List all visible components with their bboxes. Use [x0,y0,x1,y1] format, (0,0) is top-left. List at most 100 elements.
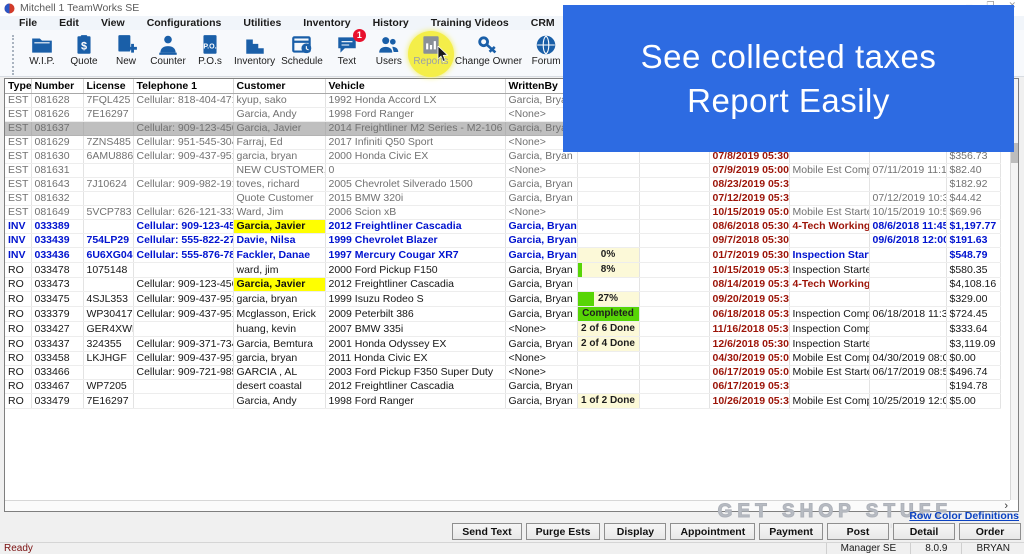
change-owner-icon [475,33,501,57]
window-title: Mitchell 1 TeamWorks SE [20,2,139,14]
payment-button[interactable]: Payment [759,523,823,540]
toolbar-label-wip: W.I.P. [29,57,54,67]
purge-ests-button[interactable]: Purge Ests [526,523,601,540]
toolbar-label-text: Text [338,57,356,67]
column-header-number[interactable]: Number [31,79,83,93]
progress-cell[interactable]: 1 of 2 Done [577,393,639,408]
promo-banner-line2: Report Easily [687,82,890,120]
table-row[interactable]: EST0816495VCP783Cellular: 626-121-3333Wa… [5,205,1001,219]
progress-cell[interactable]: 8% [577,262,639,277]
toolbar-button-users[interactable]: Users [368,33,410,67]
table-row[interactable]: RO033466Cellular: 909-721-9858GARCIA , A… [5,365,1001,379]
toolbar-label-quote: Quote [70,57,97,67]
menu-item-utilities[interactable]: Utilities [232,17,292,29]
menu-item-edit[interactable]: Edit [48,17,90,29]
toolbar-button-inventory[interactable]: Inventory [231,33,278,67]
table-row[interactable]: EST081632Quote Customer2015 BMW 320iGarc… [5,191,1001,205]
toolbar-label-new: New [116,57,136,67]
table-row[interactable]: RO033427GER4XWMhuang, kevin2007 BMW 335i… [5,321,1001,336]
detail-button[interactable]: Detail [893,523,955,540]
toolbar-button-schedule[interactable]: Schedule [278,33,326,67]
table-row[interactable]: EST081631NEW CUSTOMER,0<None>07/9/2019 0… [5,163,1001,177]
order-button[interactable]: Order [959,523,1021,540]
table-row[interactable]: INV033439754LP29Cellular: 555-822-2703Da… [5,233,1001,247]
appointment-button[interactable]: Appointment [670,523,755,540]
users-icon [376,33,402,57]
app-logo-icon [4,3,15,14]
toolbar-label-change-owner: Change Owner [455,57,522,67]
toolbar-button-reports[interactable]: Reports [410,33,452,67]
status-bar: Ready Manager SE 8.0.9 BRYAN [0,542,1024,554]
toolbar-button-wip[interactable]: W.I.P. [21,33,63,67]
table-row[interactable]: INV033389Cellular: 909-123-4567Garcia, J… [5,219,1001,233]
status-app: Manager SE [826,543,911,554]
menu-item-training-videos[interactable]: Training Videos [420,17,520,29]
send-text-button[interactable]: Send Text [452,523,521,540]
progress-cell[interactable]: Completed [577,306,639,321]
post-button[interactable]: Post [827,523,889,540]
column-header-customer[interactable]: Customer [233,79,325,93]
table-row[interactable]: RO0334797E16297Garcia, Andy1998 Ford Ran… [5,393,1001,408]
pos-icon: P.O. [197,33,223,57]
toolbar-button-change-owner[interactable]: Change Owner [452,33,525,67]
row-color-definitions-link[interactable]: Row Color Definitions [909,510,1019,522]
toolbar-label-counter: Counter [150,57,186,67]
forum-icon [533,33,559,57]
horizontal-scrollbar[interactable]: › [5,500,1010,511]
table-row[interactable]: RO033467WP7205desert coastal2012 Freight… [5,379,1001,393]
schedule-icon [289,33,315,57]
promo-banner: See collected taxes Report Easily [563,5,1014,152]
table-row[interactable]: EST0816437J10624Cellular: 909-982-1919to… [5,177,1001,191]
quote-icon: $ [71,33,97,57]
progress-cell[interactable]: 2 of 6 Done [577,321,639,336]
menu-item-configurations[interactable]: Configurations [136,17,233,29]
table-row[interactable]: RO0334754SJL353Cellular: 909-437-9514gar… [5,291,1001,306]
promo-banner-line1: See collected taxes [641,38,937,76]
toolbar-label-forum: Forum [532,57,561,67]
column-header-vehicle[interactable]: Vehicle [325,79,505,93]
progress-cell[interactable]: 27% [577,291,639,306]
display-button[interactable]: Display [604,523,666,540]
menu-item-inventory[interactable]: Inventory [292,17,361,29]
menu-item-view[interactable]: View [90,17,136,29]
inventory-icon [242,33,268,57]
toolbar-button-new[interactable]: New [105,33,147,67]
footer-button-row: Send Text Purge EstsDisplayAppointmentPay… [452,523,1021,540]
menu-item-crm[interactable]: CRM [520,17,566,29]
table-row[interactable]: RO033473Cellular: 909-123-4567Garcia, Ja… [5,277,1001,291]
svg-text:$: $ [81,40,87,52]
status-ready: Ready [0,543,826,554]
column-header-type[interactable]: Type [5,79,31,93]
table-row[interactable]: RO033379WP30417Cellular: 909-437-9514Mcg… [5,306,1001,321]
toolbar-label-pos: P.O.s [198,57,222,67]
progress-cell[interactable]: 2 of 4 Done [577,336,639,351]
toolbar-button-forum[interactable]: Forum [525,33,567,67]
toolbar-drag-handle [12,35,15,75]
toolbar-label-schedule: Schedule [281,57,323,67]
svg-text:P.O.: P.O. [203,42,216,50]
reports-icon [418,33,444,57]
table-row[interactable]: RO0334781075148ward, jim2000 Ford Pickup… [5,262,1001,277]
progress-cell[interactable]: 0% [577,247,639,262]
table-row[interactable]: INV0334366U6XG04Cellular: 555-876-7892Fa… [5,247,1001,262]
wip-icon [29,33,55,57]
toolbar-button-pos[interactable]: P.O. P.O.s [189,33,231,67]
toolbar-button-text[interactable]: 1Text [326,33,368,67]
menu-item-file[interactable]: File [8,17,48,29]
toolbar-label-inventory: Inventory [234,57,275,67]
column-header-license[interactable]: License [83,79,133,93]
toolbar-button-counter[interactable]: Counter [147,33,189,67]
table-row[interactable]: RO033437324355Cellular: 909-371-7340Garc… [5,336,1001,351]
text-icon: 1 [334,33,360,57]
counter-icon [155,33,181,57]
new-icon [113,33,139,57]
column-header-telephone-1[interactable]: Telephone 1 [133,79,233,93]
table-row[interactable]: RO033458LKJHGFCellular: 909-437-9514garc… [5,351,1001,365]
toolbar-label-users: Users [376,57,402,67]
status-version: 8.0.9 [910,543,961,554]
toolbar-label-reports: Reports [413,57,448,67]
notification-badge: 1 [353,29,366,42]
menu-item-history[interactable]: History [362,17,420,29]
status-user: BRYAN [961,543,1024,554]
toolbar-button-quote[interactable]: $ Quote [63,33,105,67]
